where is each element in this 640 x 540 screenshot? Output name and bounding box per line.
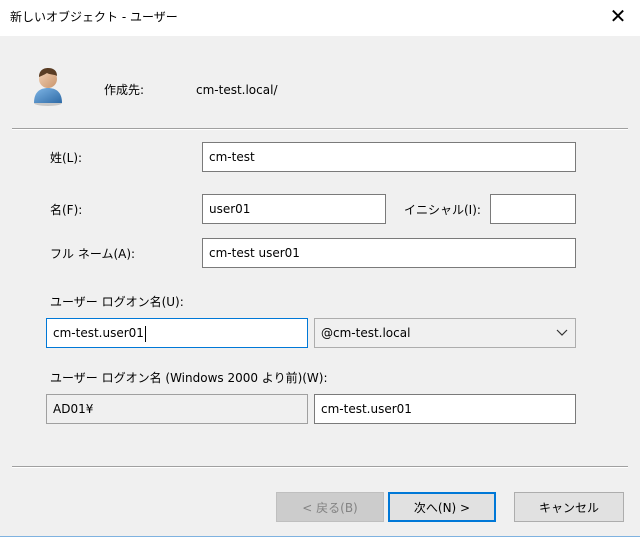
full-name-input[interactable]: cm-test user01 bbox=[202, 238, 576, 268]
domain-select-value: @cm-test.local bbox=[321, 326, 411, 340]
back-button[interactable]: < 戻る(B) bbox=[276, 492, 384, 522]
next-button[interactable]: 次へ(N) > bbox=[388, 492, 496, 522]
last-name-input[interactable]: cm-test bbox=[202, 142, 576, 172]
pre2000-logon-label: ユーザー ログオン名 (Windows 2000 より前)(W): bbox=[50, 371, 328, 385]
last-name-label: 姓(L): bbox=[50, 151, 83, 165]
window-title: 新しいオブジェクト - ユーザー bbox=[10, 10, 178, 24]
create-in-label: 作成先: bbox=[104, 83, 145, 97]
full-name-label: フル ネーム(A): bbox=[50, 247, 136, 261]
cancel-button[interactable]: キャンセル bbox=[514, 492, 624, 522]
initials-label: イニシャル(I): bbox=[404, 203, 481, 217]
top-divider bbox=[12, 128, 628, 130]
bottom-divider bbox=[12, 466, 628, 468]
domain-select[interactable]: @cm-test.local bbox=[314, 318, 576, 348]
chevron-down-icon bbox=[555, 326, 569, 340]
pre2000-domain-field: AD01¥ bbox=[46, 394, 308, 424]
window-bottom-edge bbox=[0, 536, 640, 540]
close-icon: ✕ bbox=[609, 4, 627, 28]
initials-input[interactable] bbox=[490, 194, 576, 224]
pre2000-logon-input[interactable]: cm-test.user01 bbox=[314, 394, 576, 424]
first-name-label: 名(F): bbox=[50, 203, 83, 217]
logon-name-input[interactable]: cm-test.user01 bbox=[46, 318, 308, 348]
first-name-input[interactable]: user01 bbox=[202, 194, 386, 224]
logon-name-label: ユーザー ログオン名(U): bbox=[50, 295, 184, 309]
user-icon bbox=[30, 66, 66, 106]
text-caret bbox=[144, 325, 146, 342]
close-button[interactable]: ✕ bbox=[596, 0, 640, 32]
create-in-value: cm-test.local/ bbox=[196, 83, 278, 97]
logon-name-value: cm-test.user01 bbox=[53, 326, 144, 340]
